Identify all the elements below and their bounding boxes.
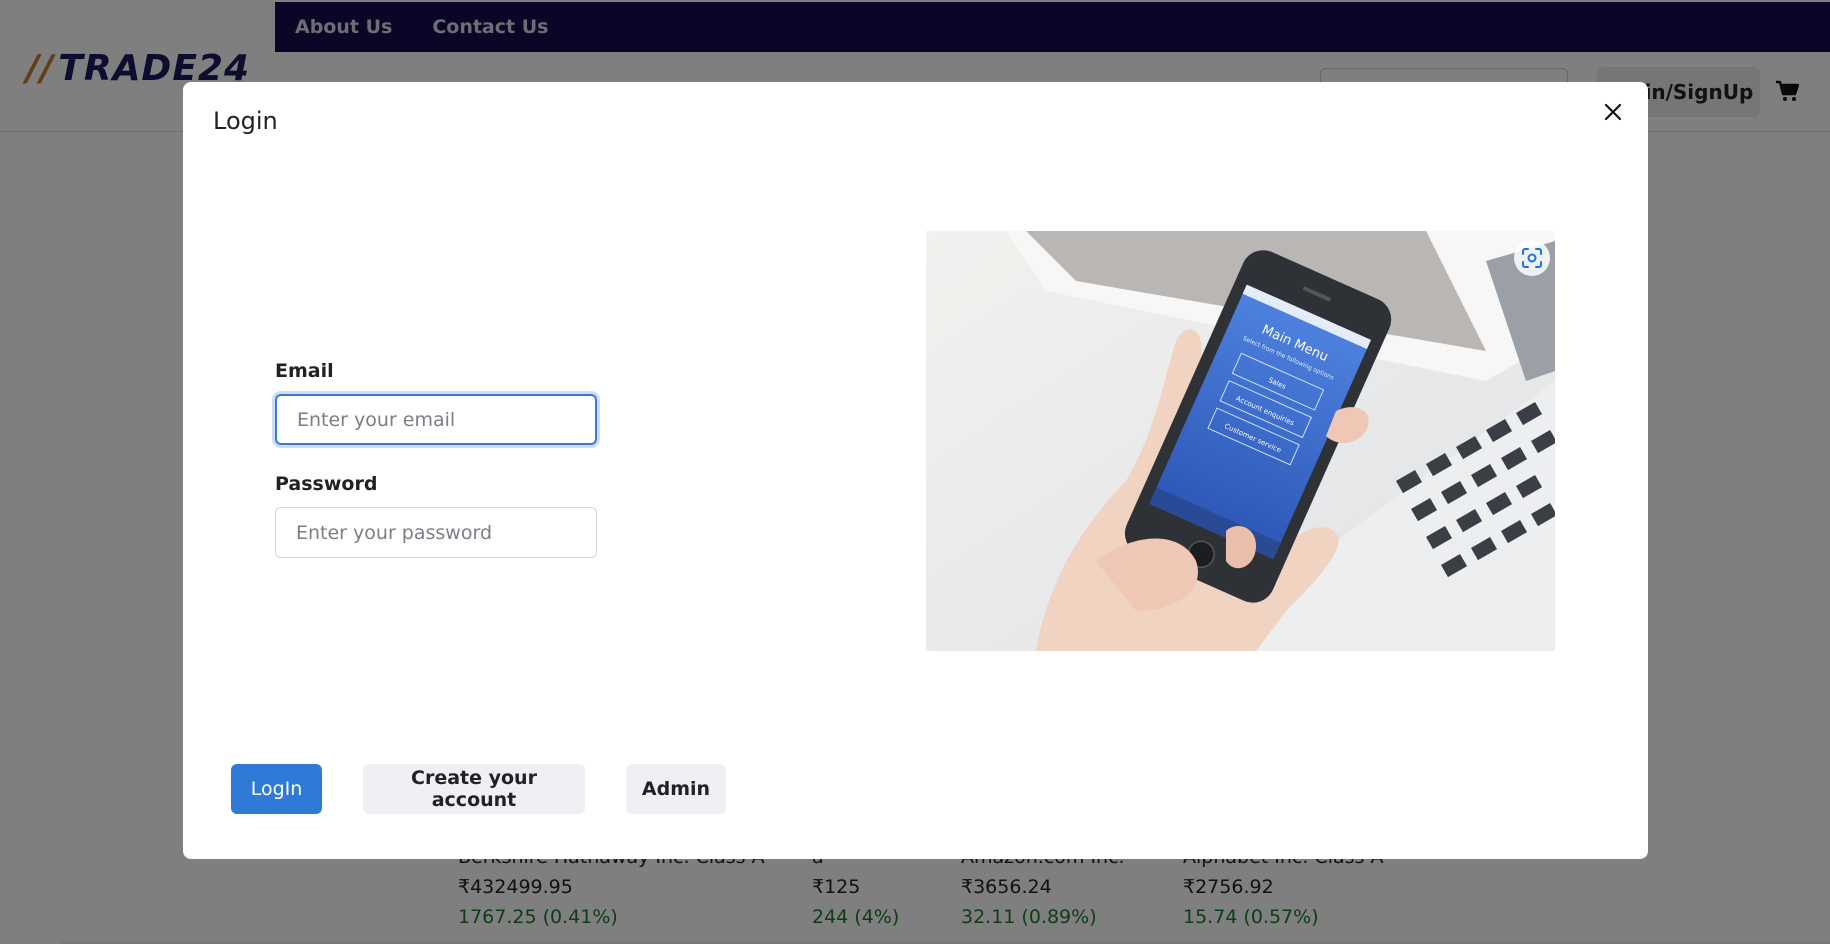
- close-icon: [1604, 103, 1622, 121]
- close-button[interactable]: [1598, 97, 1628, 127]
- email-label: Email: [275, 360, 334, 382]
- password-field[interactable]: [275, 507, 597, 558]
- phone-laptop-image: Main Menu Select from the following opti…: [926, 231, 1555, 651]
- lens-icon: [1522, 248, 1542, 268]
- login-illustration: Main Menu Select from the following opti…: [926, 231, 1555, 651]
- login-button[interactable]: LogIn: [231, 764, 322, 814]
- visual-search-button[interactable]: [1514, 240, 1550, 276]
- login-modal: Login Email Password: [183, 82, 1648, 859]
- modal-footer: LogIn Create your account Admin: [231, 764, 726, 814]
- modal-title: Login: [213, 107, 278, 135]
- admin-button[interactable]: Admin: [626, 764, 726, 814]
- password-label: Password: [275, 473, 378, 495]
- email-field[interactable]: [275, 394, 597, 445]
- login-form: Email Password: [275, 360, 597, 558]
- create-account-button[interactable]: Create your account: [363, 764, 585, 814]
